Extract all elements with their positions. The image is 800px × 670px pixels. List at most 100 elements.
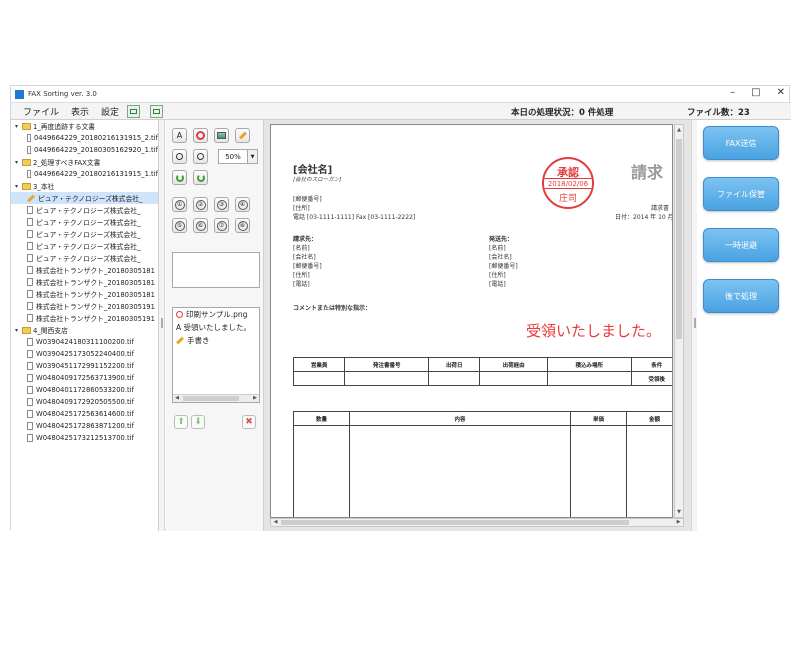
scroll-left-icon[interactable]: ◀	[271, 519, 280, 526]
scroll-left-icon[interactable]: ◀	[173, 395, 181, 402]
minimize-button[interactable]: –	[730, 87, 735, 98]
fax-document-page[interactable]: [会社名] [会社のスローガン] 請求 [郵便番号] [住所] 電話 [03-1…	[270, 124, 673, 518]
number-stamp-1[interactable]: ①	[172, 197, 187, 212]
chevron-down-icon[interactable]: ▾	[15, 183, 22, 190]
viewer-vertical-scrollbar[interactable]: ▲ ▼	[674, 124, 684, 518]
menu-file[interactable]: ファイル	[23, 105, 59, 118]
toggle-panel-left-button[interactable]	[127, 104, 141, 118]
file-store-button[interactable]: ファイル保管	[703, 177, 779, 211]
maximize-button[interactable]: □	[751, 87, 760, 98]
tree-file[interactable]: 株式会社トランザクト_20180305191	[11, 312, 158, 324]
scroll-thumb[interactable]	[676, 139, 682, 339]
approval-stamp[interactable]: 承認 2018/02/06 庄司	[542, 157, 594, 209]
move-up-button[interactable]: ⬆	[174, 415, 188, 429]
fax-send-button[interactable]: FAX送信	[703, 126, 779, 160]
scroll-down-icon[interactable]: ▼	[675, 507, 683, 517]
tree-item-label: W0390424180311100200.tif	[36, 338, 134, 346]
zoom-out-button[interactable]	[172, 149, 187, 164]
file-icon	[27, 266, 33, 274]
stamp-tool-button[interactable]	[193, 128, 208, 143]
tree-folder[interactable]: ▾ 4_関西支店	[11, 324, 158, 336]
table-cell	[546, 371, 632, 386]
received-text-stamp[interactable]: 受領いたしました。	[526, 320, 661, 341]
tree-file[interactable]: ピュア・テクノロジーズ株式会社_	[11, 240, 158, 252]
chevron-down-icon[interactable]: ▾	[15, 159, 22, 166]
tree-file[interactable]: 株式会社トランザクト_20180305181	[11, 288, 158, 300]
number-stamp-2[interactable]: ②	[193, 197, 208, 212]
image-tool-button[interactable]	[214, 128, 229, 143]
doc-ship-to: 発送先： [名前] [会社名] [郵便番号] [住所] [電話]	[489, 235, 518, 289]
file-icon	[27, 206, 33, 214]
stamp-list-item[interactable]: A 受領いたしました。	[173, 321, 259, 334]
tree-folder[interactable]: ▾ 2_処理すべきFAX文書	[11, 156, 158, 168]
document-viewer[interactable]: [会社名] [会社のスローガン] 請求 [郵便番号] [住所] 電話 [03-1…	[264, 120, 691, 531]
scroll-right-icon[interactable]: ▶	[251, 395, 259, 402]
rotate-right-button[interactable]	[193, 170, 208, 185]
tree-file[interactable]: W0390424180311100200.tif	[11, 336, 158, 348]
close-button[interactable]: ✕	[777, 87, 785, 98]
tree-file[interactable]: W0480401172860533200.tif	[11, 384, 158, 396]
toggle-panel-right-button[interactable]	[150, 104, 164, 118]
tree-file[interactable]: W0480409172563713900.tif	[11, 372, 158, 384]
chevron-down-icon[interactable]: ▾	[15, 123, 22, 130]
stamp-list-item[interactable]: 印刷サンプル.png	[173, 308, 259, 321]
tree-file[interactable]: W0390425173052240400.tif	[11, 348, 158, 360]
scroll-thumb[interactable]	[281, 520, 629, 525]
number-stamp-7[interactable]: ⑦	[214, 218, 229, 233]
zoom-in-button[interactable]	[193, 149, 208, 164]
number-stamp-6[interactable]: ⑥	[193, 218, 208, 233]
menu-view[interactable]: 表示	[71, 105, 89, 118]
tree-folder[interactable]: ▾ 3_本社	[11, 180, 158, 192]
rotate-left-button[interactable]	[172, 170, 187, 185]
doc-ship-to-label: 発送先：	[489, 236, 514, 243]
menu-settings[interactable]: 設定	[101, 105, 119, 118]
tree-file[interactable]: ピュア・テクノロジーズ株式会社_	[11, 192, 158, 204]
temp-store-button[interactable]: 一時退避	[703, 228, 779, 262]
text-tool-button[interactable]: A	[172, 128, 187, 143]
tree-folder[interactable]: ▾ 1_再度追跡する文書	[11, 120, 158, 132]
process-later-button[interactable]: 後で処理	[703, 279, 779, 313]
number-stamp-5[interactable]: ⑤	[172, 218, 187, 233]
tree-file[interactable]: ピュア・テクノロジーズ株式会社_	[11, 204, 158, 216]
file-icon	[27, 242, 33, 250]
tree-file[interactable]: 0449664229_20180216131915_2.tif	[11, 132, 158, 144]
tree-file[interactable]: 株式会社トランザクト_20180305191	[11, 300, 158, 312]
delete-stamp-button[interactable]: ✖	[242, 415, 256, 429]
tree-item-label: ピュア・テクノロジーズ株式会社_	[38, 195, 143, 203]
stamp-list-scrollbar[interactable]: ◀ ▶	[173, 394, 259, 402]
tree-file[interactable]: 株式会社トランザクト_20180305181	[11, 264, 158, 276]
tree-file[interactable]: W0480409172920505500.tif	[11, 396, 158, 408]
doc-slogan: [会社のスローガン]	[293, 177, 342, 183]
number-stamp-3[interactable]: ③	[214, 197, 229, 212]
tree-file[interactable]: W0390451172991152200.tif	[11, 360, 158, 372]
tree-file[interactable]: 0449664229_20180216131915_1.tif	[11, 168, 158, 180]
doc-invoice-label: 請求書	[651, 205, 670, 212]
scroll-right-icon[interactable]: ▶	[674, 519, 683, 526]
number-stamp-4[interactable]: ④	[235, 197, 250, 212]
tree-file[interactable]: W0480425173212513700.tif	[11, 432, 158, 444]
tree-file[interactable]: 0449664229_20180305162920_1.tif	[11, 144, 158, 156]
chevron-down-icon[interactable]: ▾	[15, 327, 22, 334]
tree-file[interactable]: ピュア・テクノロジーズ株式会社_	[11, 228, 158, 240]
tree-file[interactable]: 株式会社トランザクト_20180305181	[11, 276, 158, 288]
scroll-up-icon[interactable]: ▲	[675, 125, 683, 135]
left-splitter[interactable]	[159, 120, 165, 531]
scroll-thumb[interactable]	[183, 396, 239, 401]
number-stamp-8[interactable]: ⑧	[235, 218, 250, 233]
stamp-item-label: 印刷サンプル.png	[186, 310, 248, 319]
move-down-button[interactable]: ⬇	[191, 415, 205, 429]
pen-tool-button[interactable]	[235, 128, 250, 143]
tree-file[interactable]: ピュア・テクノロジーズ株式会社_	[11, 216, 158, 228]
stamp-item-label: A 受領いたしました。	[176, 323, 252, 332]
table-header: 内容	[349, 411, 571, 426]
tree-file[interactable]: W0480425172563614600.tif	[11, 408, 158, 420]
viewer-horizontal-scrollbar[interactable]: ◀ ▶	[270, 518, 684, 527]
file-icon	[27, 434, 33, 442]
table-header: 数量	[293, 411, 350, 426]
stamp-list-item[interactable]: 手書き	[173, 334, 259, 347]
tree-file[interactable]: ピュア・テクノロジーズ株式会社_	[11, 252, 158, 264]
zoom-select[interactable]: 50% ▼	[218, 149, 258, 164]
file-icon	[27, 302, 33, 310]
tree-file[interactable]: W0480425172863871200.tif	[11, 420, 158, 432]
stamp-list[interactable]: 印刷サンプル.png A 受領いたしました。 手書き ◀ ▶	[172, 307, 260, 403]
